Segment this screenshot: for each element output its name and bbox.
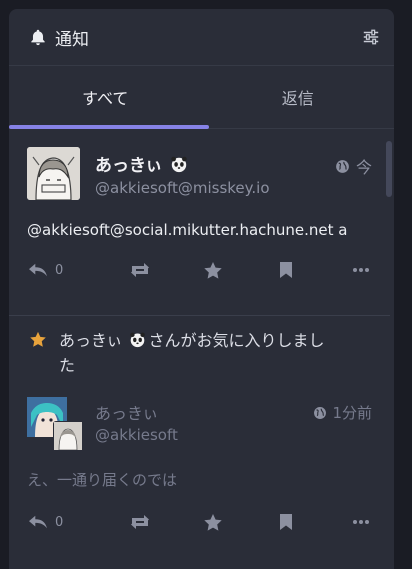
bookmark-icon: [278, 513, 294, 531]
timestamp[interactable]: 今: [356, 154, 372, 178]
ellipsis-icon: [352, 267, 370, 273]
favorite-notification-header: あっきぃ さんがお気に入りしまし た: [29, 328, 359, 378]
favorite-button[interactable]: [203, 513, 278, 532]
note-meta: 1分前: [313, 402, 372, 423]
panel-title: 通知: [55, 29, 89, 50]
tab-all-label: すべて: [82, 89, 129, 108]
more-button[interactable]: [352, 267, 372, 273]
panda-emoji-icon: [129, 331, 146, 348]
notification-message-end: た: [59, 356, 76, 375]
note-actions: 0: [27, 255, 372, 285]
reply-count: 0: [55, 262, 64, 278]
clip-button[interactable]: [278, 261, 353, 279]
note-item[interactable]: あっきぃ @akkiesoft@misskey.io 今 @akkiesoft@…: [9, 129, 390, 279]
tab-replies-label: 返信: [281, 89, 314, 108]
display-name[interactable]: あっきぃ: [95, 400, 158, 424]
bookmark-icon: [278, 261, 294, 279]
note-meta: 今: [335, 154, 372, 178]
clip-button[interactable]: [278, 513, 353, 531]
note-author: あっきぃ: [95, 151, 188, 176]
panda-emoji-icon: [170, 155, 188, 173]
notification-message: さんがお気に入りしまし: [148, 331, 325, 350]
reply-icon: [27, 261, 49, 279]
scrollbar[interactable]: [384, 129, 394, 569]
reply-icon: [27, 513, 49, 531]
timestamp[interactable]: 1分前: [332, 402, 372, 423]
reply-count: 0: [55, 514, 64, 530]
note-actions: 0: [27, 507, 372, 537]
avatar[interactable]: [27, 147, 80, 200]
notifications-panel: 通知 すべて 返信 あっきぃ @akkiesoft@misskey.io 今 @…: [9, 9, 394, 569]
notification-list: あっきぃ @akkiesoft@misskey.io 今 @akkiesoft@…: [9, 129, 390, 531]
reply-button[interactable]: 0: [27, 261, 128, 279]
renote-button[interactable]: [128, 513, 203, 531]
star-icon: [203, 513, 223, 532]
favoriter-avatar[interactable]: [53, 421, 83, 451]
favorite-notification-text: あっきぃ さんがお気に入りしまし た: [59, 328, 359, 378]
display-name[interactable]: あっきぃ: [95, 151, 162, 176]
tab-replies[interactable]: 返信: [202, 66, 395, 128]
reply-button[interactable]: 0: [27, 513, 128, 531]
divider: [9, 315, 390, 316]
repeat-icon: [128, 513, 152, 531]
globe-icon: [335, 159, 350, 174]
username[interactable]: @akkiesoft@misskey.io: [95, 179, 270, 197]
tab-all[interactable]: すべて: [9, 66, 202, 128]
panel-header: 通知: [9, 9, 394, 66]
sliders-icon[interactable]: [362, 28, 380, 46]
more-button[interactable]: [352, 519, 372, 525]
star-icon: [203, 261, 223, 280]
note-text: え、一通り届くのでは: [27, 471, 178, 489]
repeat-icon: [128, 261, 152, 279]
note-text: @akkiesoft@social.mikutter.hachune.net a: [27, 221, 348, 239]
globe-icon: [313, 406, 327, 420]
favorite-button[interactable]: [203, 261, 278, 280]
notification-user-name[interactable]: あっきぃ: [59, 331, 122, 350]
star-icon: [29, 331, 47, 378]
bell-icon: [29, 28, 47, 46]
scrollbar-thumb[interactable]: [386, 141, 392, 197]
username[interactable]: @akkiesoft: [95, 426, 178, 444]
renote-button[interactable]: [128, 261, 203, 279]
ellipsis-icon: [352, 519, 370, 525]
notification-tabs: すべて 返信: [9, 66, 394, 129]
